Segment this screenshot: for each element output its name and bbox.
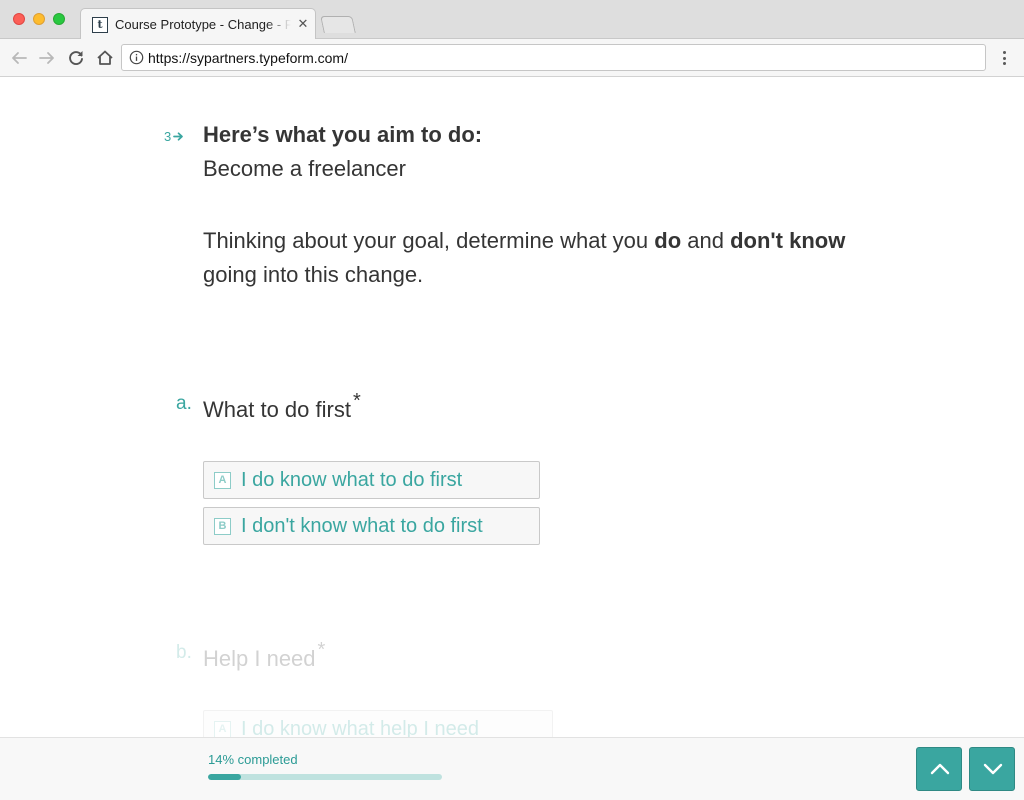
minimize-window-button[interactable] [33, 13, 45, 25]
subquestion-b-title-text: Help I need [203, 646, 316, 671]
browser-tab-active[interactable]: t Course Prototype - Change - P ✕ [80, 8, 316, 40]
subquestion-a-letter: a. [176, 393, 192, 414]
home-button[interactable] [93, 46, 117, 70]
info-icon[interactable] [129, 50, 144, 65]
chevron-up-icon [930, 763, 950, 775]
description-text: Thinking about your goal, determine what… [203, 228, 655, 253]
arrow-right-icon [39, 52, 54, 64]
choice-key-a: A [214, 472, 231, 489]
choice-label: I do know what help I need [241, 718, 479, 737]
forward-button[interactable] [35, 46, 59, 70]
choice-dont-know-first[interactable]: B I don't know what to do first [203, 507, 540, 545]
previous-question-button[interactable] [916, 747, 962, 791]
choice-label: I don't know what to do first [241, 515, 483, 537]
progress-label: 14% completed [208, 752, 298, 767]
required-asterisk: * [352, 390, 361, 412]
zoom-window-button[interactable] [53, 13, 65, 25]
progress-bar [208, 774, 442, 780]
address-bar[interactable]: https://sypartners.typeform.com/ [121, 44, 986, 71]
tab-close-icon[interactable]: ✕ [295, 16, 311, 32]
question-number-text: 3 [164, 129, 172, 144]
progress-footer: 14% completed [0, 737, 1024, 800]
reload-icon [69, 51, 83, 65]
chevron-down-icon [983, 763, 1003, 775]
browser-menu-button[interactable] [996, 48, 1014, 68]
new-tab-button[interactable] [320, 16, 356, 33]
required-asterisk: * [317, 639, 326, 661]
description-emphasis-dont-know: don't know [730, 228, 846, 253]
subquestion-b-title: Help I need * [203, 636, 325, 673]
browser-titlebar: t Course Prototype - Change - P ✕ [0, 0, 1024, 40]
choice-do-know-first[interactable]: A I do know what to do first [203, 461, 540, 499]
arrow-left-icon [12, 52, 27, 64]
description-text: going into this change. [203, 262, 424, 287]
subquestion-b-letter: b. [176, 642, 192, 663]
arrow-right-small-icon [173, 132, 184, 141]
typeform-page: 3 Here’s what you aim to do: Become a fr… [0, 77, 1024, 737]
choice-do-know-help[interactable]: A I do know what help I need [203, 710, 553, 737]
subquestion-a-title: What to do first * [203, 387, 361, 424]
description-emphasis-do: do [654, 228, 682, 253]
back-button[interactable] [7, 46, 31, 70]
reload-button[interactable] [64, 46, 88, 70]
browser-toolbar: https://sypartners.typeform.com/ [0, 39, 1024, 77]
typeform-favicon-icon: t [92, 17, 108, 33]
tab-title: Course Prototype - Change - P [115, 17, 291, 32]
question-description: Thinking about your goal, determine what… [203, 224, 903, 292]
close-window-button[interactable] [13, 13, 25, 25]
progress-bar-fill [208, 774, 241, 780]
subquestion-a-title-text: What to do first [203, 397, 351, 422]
description-text: and [681, 228, 731, 253]
choice-label: I do know what to do first [241, 469, 463, 491]
home-icon [97, 50, 113, 65]
goal-text: Become a freelancer [203, 156, 406, 181]
url-text[interactable]: https://sypartners.typeform.com/ [148, 50, 348, 66]
next-question-button[interactable] [969, 747, 1015, 791]
question-title: Here’s what you aim to do: [203, 122, 483, 147]
choice-key-b: B [214, 518, 231, 535]
question-number: 3 [164, 129, 184, 145]
choice-key-a: A [214, 721, 231, 737]
